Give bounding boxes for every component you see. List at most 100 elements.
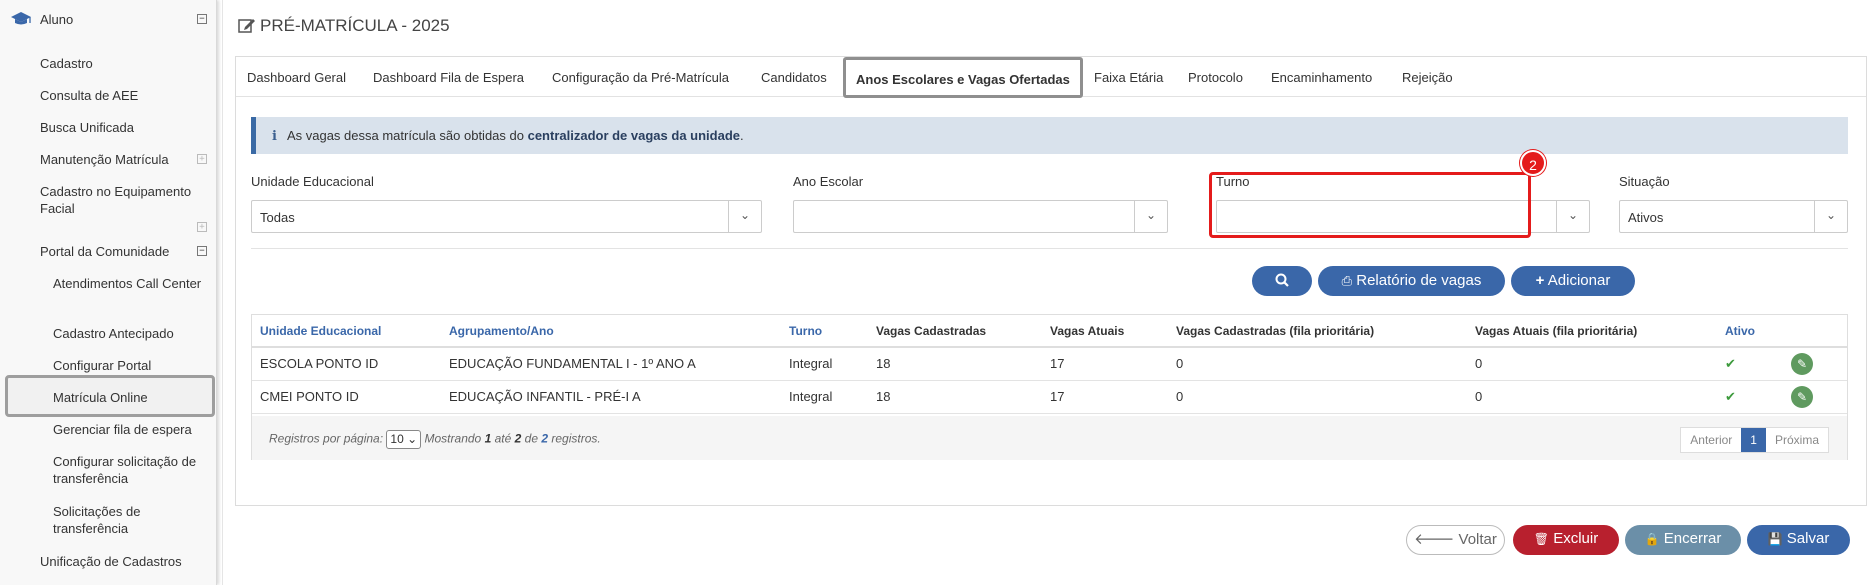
sidebar-item-cadastro-equipamento[interactable]: Cadastro no Equipamento Facial (40, 183, 210, 217)
sidebar-subitem-solicitacoes-transferencia[interactable]: Solicitações de transferência (53, 503, 173, 537)
cell-vagas-atuais-fila: 0 (1467, 347, 1717, 381)
encerrar-button[interactable]: 🔒 Encerrar (1625, 525, 1741, 555)
pager-next[interactable]: Próxima (1766, 428, 1828, 452)
tab-encaminhamento[interactable]: Encaminhamento (1271, 70, 1372, 85)
situacao-select[interactable]: Ativos ⌄ (1619, 200, 1848, 233)
col-ativo-header[interactable]: Ativo (1717, 315, 1783, 348)
col-unidade-header[interactable]: Unidade Educacional (252, 315, 441, 348)
tab-anos-escolares[interactable]: Anos Escolares e Vagas Ofertadas (843, 57, 1083, 98)
collapse-icon[interactable]: − (197, 246, 207, 256)
showing-de: de (524, 431, 539, 446)
sidebar-subitem-matricula-online[interactable]: Matrícula Online (53, 389, 213, 406)
tab-protocolo[interactable]: Protocolo (1188, 70, 1243, 85)
cell-unidade: ESCOLA PONTO ID (252, 347, 441, 381)
expand-icon[interactable]: + (197, 222, 207, 232)
sidebar-item-consulta-aee[interactable]: Consulta de AEE (40, 87, 138, 104)
situacao-label: Situação (1619, 174, 1670, 189)
tab-faixa-etaria[interactable]: Faixa Etária (1094, 70, 1163, 85)
table-row: ESCOLA PONTO ID EDUCAÇÃO FUNDAMENTAL I -… (252, 347, 1847, 381)
table-row: CMEI PONTO ID EDUCAÇÃO INFANTIL - PRÉ-I … (252, 380, 1847, 414)
relatorio-vagas-button[interactable]: ⎙ Relatório de vagas (1318, 266, 1505, 296)
col-turno-header[interactable]: Turno (781, 315, 868, 348)
showing-total: 2 (541, 431, 549, 446)
edit-row-button[interactable]: ✎ (1791, 352, 1813, 375)
cell-vagas-atuais-fila: 0 (1467, 380, 1717, 414)
voltar-button[interactable]: 🡐 Voltar (1406, 525, 1505, 555)
pager-page-1[interactable]: 1 (1741, 428, 1766, 452)
chevron-down-icon: ⌄ (1556, 201, 1589, 232)
ano-escolar-select[interactable]: ⌄ (793, 200, 1168, 233)
sidebar-item-manutencao-matricula[interactable]: Manutenção Matrícula (40, 151, 169, 168)
info-text-prefix: As vagas dessa matrícula são obtidas do (286, 128, 528, 143)
page-title-text: PRÉ-MATRÍCULA - 2025 (260, 16, 450, 35)
adicionar-button[interactable]: + Adicionar (1511, 266, 1635, 296)
adicionar-label: Adicionar (1547, 272, 1611, 289)
tab-dashboard-geral[interactable]: Dashboard Geral (247, 70, 346, 85)
unidade-select[interactable]: Todas ⌄ (251, 200, 762, 233)
save-icon: 💾 (1767, 532, 1783, 546)
tab-candidatos[interactable]: Candidatos (761, 70, 827, 85)
sidebar-item-portal-comunidade[interactable]: Portal da Comunidade (40, 243, 169, 260)
showing-from: 1 (484, 431, 492, 446)
cell-vagas-cad-fila: 0 (1168, 347, 1467, 381)
cell-vagas-atuais: 17 (1042, 347, 1168, 381)
excluir-label: Excluir (1553, 530, 1599, 547)
expand-icon[interactable]: + (197, 154, 207, 164)
print-icon: ⎙ (1341, 273, 1353, 288)
collapse-icon[interactable]: − (197, 14, 207, 24)
sidebar-item-unificacao[interactable]: Unificação de Cadastros (40, 553, 182, 570)
sidebar-header-aluno[interactable]: Aluno − (0, 0, 217, 40)
table-header-row: Unidade Educacional Agrupamento/Ano Turn… (252, 315, 1847, 348)
graduation-cap-icon (11, 12, 31, 25)
content-card: Dashboard Geral Dashboard Fila de Espera… (235, 56, 1867, 506)
cell-vagas-cadastradas: 18 (868, 347, 1042, 381)
tab-configuracao[interactable]: Configuração da Pré-Matrícula (552, 70, 729, 85)
sidebar-subitem-cadastro-antecipado[interactable]: Cadastro Antecipado (53, 325, 213, 342)
sidebar-subitem-atendimentos[interactable]: Atendimentos Call Center (53, 275, 213, 292)
col-actions-header (1783, 315, 1847, 348)
cell-ativo: ✔ (1717, 347, 1783, 381)
pagination-info: Registros por página: 10 ⌄ Mostrando 1 a… (269, 430, 601, 449)
sidebar-subitem-gerenciar-fila[interactable]: Gerenciar fila de espera (53, 421, 213, 438)
cell-turno: Integral (781, 347, 868, 381)
info-text-suffix: . (740, 128, 744, 143)
search-button[interactable] (1252, 266, 1312, 296)
info-alert: i As vagas dessa matrícula são obtidas do… (251, 117, 1848, 154)
check-icon: ✔ (1725, 355, 1736, 371)
pager-prev[interactable]: Anterior (1681, 428, 1741, 452)
edit-row-button[interactable]: ✎ (1791, 385, 1813, 408)
tab-dashboard-fila[interactable]: Dashboard Fila de Espera (373, 70, 524, 85)
vagas-table: Unidade Educacional Agrupamento/Ano Turn… (251, 314, 1848, 460)
page-title: PRÉ-MATRÍCULA - 2025 (238, 16, 450, 36)
table-footer: Registros por página: 10 ⌄ Mostrando 1 a… (252, 416, 1847, 460)
chevron-down-icon: ⌄ (1814, 201, 1847, 232)
annotation-badge: 2 (1520, 150, 1546, 176)
cell-actions: ✎ (1783, 380, 1847, 414)
sidebar-header-label: Aluno (40, 12, 74, 27)
search-icon (1275, 273, 1289, 287)
cell-unidade: CMEI PONTO ID (252, 380, 441, 414)
sidebar-subitem-configurar-transferencia[interactable]: Configurar solicitação de transferência (53, 453, 213, 487)
per-page-select[interactable]: 10 ⌄ (386, 430, 422, 449)
ano-escolar-label: Ano Escolar (793, 174, 864, 189)
relatorio-vagas-label: Relatório de vagas (1356, 272, 1482, 289)
cell-agrupamento: EDUCAÇÃO FUNDAMENTAL I - 1º ANO A (441, 347, 781, 381)
excluir-button[interactable]: 🗑 Excluir (1513, 525, 1619, 555)
tab-rejeicao[interactable]: Rejeição (1402, 70, 1453, 85)
turno-highlight-box (1209, 172, 1531, 238)
sidebar-subitem-configurar-portal[interactable]: Configurar Portal (53, 357, 213, 374)
col-vagas-atuais-fila-header: Vagas Atuais (fila prioritária) (1467, 315, 1717, 348)
chevron-down-icon: ⌄ (728, 201, 761, 232)
col-agrupamento-header[interactable]: Agrupamento/Ano (441, 315, 781, 348)
chevron-down-icon: ⌄ (1134, 201, 1167, 232)
sidebar-item-cadastro[interactable]: Cadastro (40, 55, 93, 72)
situacao-select-value: Ativos (1628, 210, 1664, 225)
cell-vagas-atuais: 17 (1042, 380, 1168, 414)
per-page-value: 10 (390, 432, 404, 446)
sidebar-item-busca-unificada[interactable]: Busca Unificada (40, 119, 134, 136)
salvar-label: Salvar (1786, 530, 1830, 547)
salvar-button[interactable]: 💾 Salvar (1747, 525, 1850, 555)
cell-vagas-cad-fila: 0 (1168, 380, 1467, 414)
unidade-select-value: Todas (260, 210, 295, 225)
plus-icon: + (1535, 272, 1545, 289)
